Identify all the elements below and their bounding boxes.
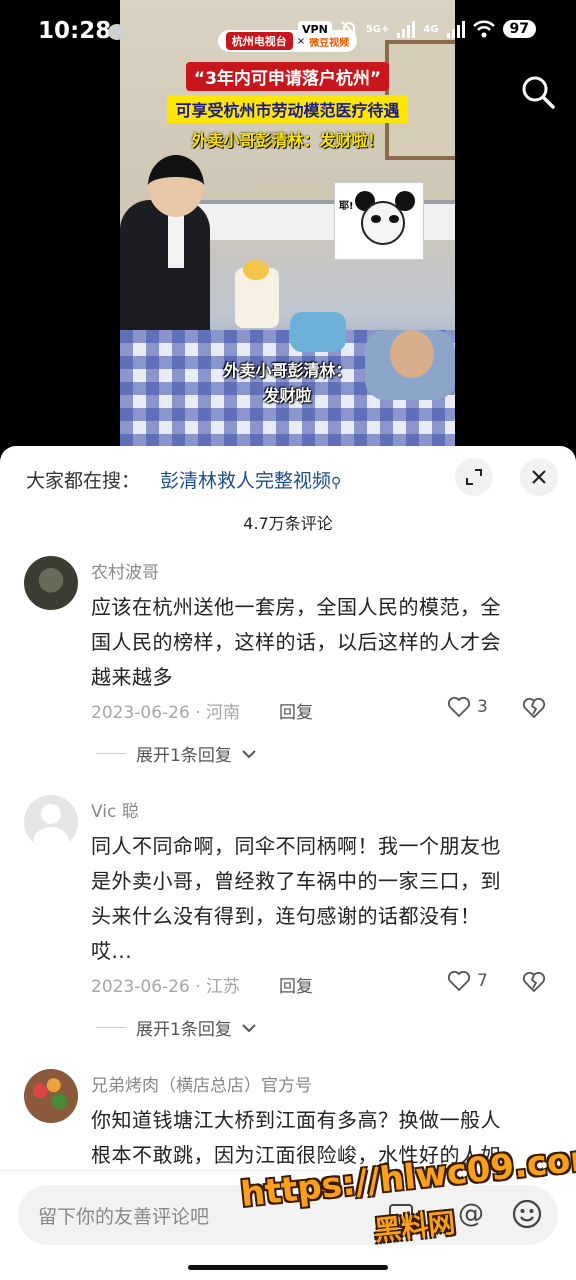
network-5g-label: 5G+ (365, 23, 390, 35)
expand-replies-button[interactable]: 展开1条回复 (96, 741, 256, 766)
comment-count: 4.7万条评论 (243, 514, 333, 533)
visitor-head (148, 155, 204, 217)
status-bar: 10:28 VPN 5G+ 4G 97 (0, 0, 576, 66)
reply-button[interactable]: 回复 (279, 698, 313, 723)
comment-input-placeholder: 留下你的友善评论吧 (38, 1206, 210, 1228)
flower-bouquet (235, 260, 279, 328)
video-headline-3: 外卖小哥彭清林：发财啦！ (191, 131, 384, 150)
avatar[interactable] (24, 795, 78, 849)
comment-username[interactable]: 农村波哥 (91, 558, 159, 583)
video-headline-2: 可享受杭州市劳动模范医疗待遇 (167, 95, 408, 123)
expand-sheet-button[interactable] (455, 458, 493, 496)
reply-button[interactable]: 回复 (279, 972, 313, 997)
comment-username[interactable]: Vic 聪 (91, 797, 139, 822)
mute-bell-icon (341, 21, 357, 37)
video-subtitle: 外卖小哥彭清林： 发财啦 (223, 361, 352, 405)
avatar[interactable] (24, 556, 78, 610)
video-player[interactable]: 杭州电视台 × 微豆视频 “3年内可申请落户杭州” 可享受杭州市劳动模范医疗待遇… (120, 0, 455, 450)
panda-meme-sticker: 耶! (334, 182, 424, 260)
search-small-icon: ⚲ (331, 475, 342, 491)
avatar[interactable] (24, 1069, 78, 1123)
wifi-icon (472, 20, 495, 38)
heart-icon (447, 970, 471, 992)
vpn-badge: VPN (298, 20, 332, 38)
dislike-broken-heart-icon[interactable] (521, 696, 547, 720)
comment-date-region: 2023-06-26 · 河南 (91, 703, 241, 723)
heart-icon (447, 696, 471, 718)
signal-icon (397, 20, 416, 38)
blue-bag (290, 312, 346, 352)
hot-search-link[interactable]: 彭清林救人完整视频⚲ (160, 466, 341, 493)
close-icon (532, 470, 546, 484)
expand-icon (466, 469, 482, 485)
comment-text: 同人不同命啊，同伞不同柄啊！我一个朋友也 是外卖小哥，曾经救了车祸中的一家三口，… (91, 834, 501, 963)
like-button[interactable]: 7 (447, 970, 488, 992)
comment-username[interactable]: 兄弟烤肉（横店总店）官方号 (91, 1071, 312, 1096)
wechat-notification-icon (108, 24, 126, 40)
emoji-icon[interactable] (512, 1199, 542, 1229)
close-sheet-button[interactable] (520, 458, 558, 496)
mention-at-icon[interactable]: @ (458, 1199, 484, 1229)
search-icon[interactable] (520, 74, 556, 110)
video-headline-1: “3年内可申请落户杭州” (185, 62, 390, 91)
chevron-down-icon (242, 749, 256, 758)
battery-indicator: 97 (502, 20, 536, 38)
chevron-down-icon (242, 1023, 256, 1032)
comment-date-region: 2023-06-26 · 江苏 (91, 977, 241, 997)
comment-text: 应该在杭州送他一套房，全国人民的模范，全 国人民的榜样，这样的话，以后这样的人才… (91, 595, 501, 689)
visitor-shirt (168, 208, 184, 268)
comment-sheet-header: 大家都在搜： 彭清林救人完整视频⚲ (0, 446, 576, 510)
network-4g-label: 4G (423, 23, 439, 35)
like-count: 7 (477, 971, 488, 991)
expand-replies-button[interactable]: 展开1条回复 (96, 1015, 256, 1040)
signal-icon (446, 20, 465, 38)
home-indicator[interactable] (188, 1265, 388, 1270)
like-button[interactable]: 3 (447, 696, 488, 718)
like-count: 3 (477, 697, 488, 717)
dislike-broken-heart-icon[interactable] (521, 970, 547, 994)
status-indicators: VPN 5G+ 4G 97 (298, 20, 536, 38)
status-time: 10:28 (38, 18, 112, 44)
hot-search-label: 大家都在搜： (26, 470, 141, 492)
